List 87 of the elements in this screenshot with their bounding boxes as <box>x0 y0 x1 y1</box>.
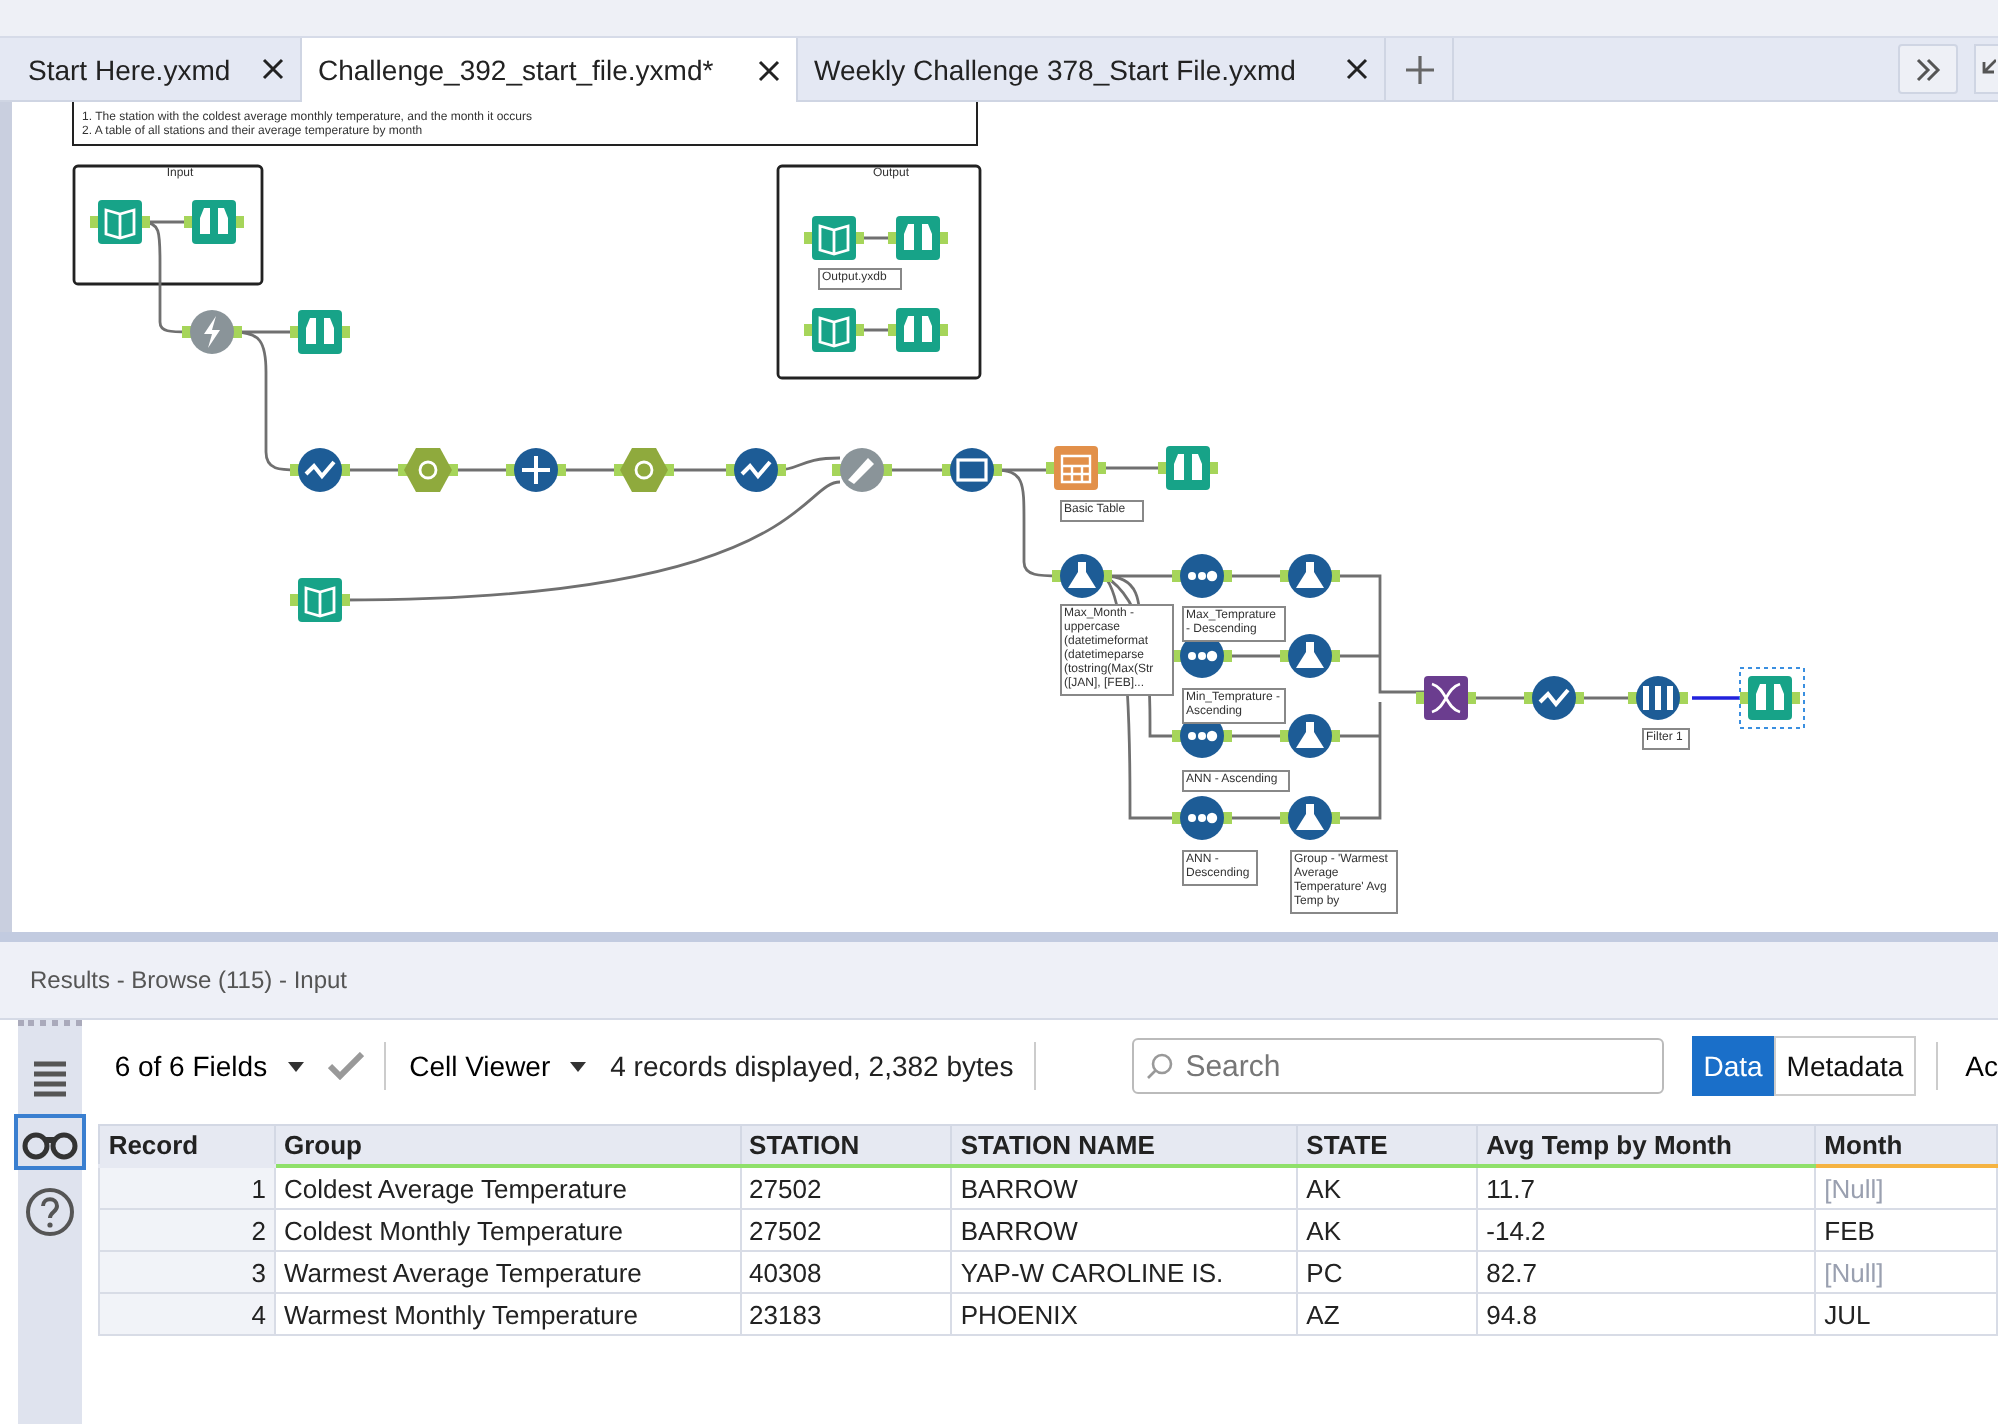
close-icon[interactable] <box>758 59 780 81</box>
close-icon[interactable] <box>262 58 284 80</box>
table-cell: BARROW <box>951 1209 1298 1251</box>
table-cell: BARROW <box>951 1166 1298 1209</box>
table-cell: 23183 <box>740 1293 952 1335</box>
crosshair-icon <box>506 448 566 492</box>
table-cell: YAP-W CAROLINE IS. <box>951 1251 1298 1293</box>
table-icon <box>1046 446 1106 490</box>
table-cell: [Null] <box>1815 1166 1997 1209</box>
column-header[interactable]: Month <box>1815 1125 1997 1166</box>
chevrons-icon <box>1914 57 1942 81</box>
binoculars-icon <box>888 216 948 260</box>
table-cell: PC <box>1297 1251 1478 1293</box>
checkmark-icon <box>290 448 350 492</box>
list-icon[interactable] <box>30 1058 71 1098</box>
fields-dropdown[interactable]: 6 of 6 Fields <box>110 1050 308 1082</box>
selection-frame <box>1739 667 1805 729</box>
column-header[interactable]: Group <box>274 1125 741 1166</box>
view-toggle[interactable]: Data <box>1691 1036 1775 1096</box>
column-header[interactable]: STATE <box>1297 1125 1478 1166</box>
close-icon[interactable] <box>1346 58 1368 80</box>
table-cell: FEB <box>1815 1209 1997 1251</box>
table-cell: -14.2 <box>1477 1209 1816 1251</box>
viewer-dropdown[interactable]: Cell Viewer <box>405 1050 591 1082</box>
table-cell: AZ <box>1297 1293 1478 1335</box>
view-toggle[interactable]: Metadata <box>1774 1036 1916 1096</box>
overflow-button[interactable] <box>1898 44 1958 94</box>
table-cell: 82.7 <box>1477 1251 1816 1293</box>
caret-icon <box>570 1061 587 1071</box>
lightning-icon <box>182 310 242 354</box>
document-tab[interactable]: Weekly Challenge 378_Start File.yxmd <box>798 38 1386 100</box>
book-icon <box>90 200 150 244</box>
table-cell: 40308 <box>740 1251 952 1293</box>
search-field[interactable]: Search <box>1131 1038 1664 1094</box>
table-cell: AK <box>1297 1166 1478 1209</box>
table-cell: 11.7 <box>1477 1166 1816 1209</box>
book-icon <box>290 578 350 622</box>
checkmark-icon <box>1524 676 1584 720</box>
helix-icon <box>1416 676 1476 720</box>
caret-icon <box>287 1061 304 1071</box>
document-tab[interactable]: Challenge_392_start_file.yxmd* <box>302 38 798 102</box>
binoculars-icon <box>184 200 244 244</box>
flask-icon <box>1280 554 1340 598</box>
table-cell: PHOENIX <box>951 1293 1298 1335</box>
binoculars-icon <box>1158 446 1218 490</box>
dots-icon <box>1172 554 1232 598</box>
book-icon <box>804 216 864 260</box>
restore-button[interactable] <box>1974 44 1998 94</box>
toolbar-button[interactable]: Ac <box>1957 1050 1998 1082</box>
binoculars-icon <box>888 308 948 352</box>
help-icon[interactable] <box>24 1186 77 1238</box>
screen-icon <box>942 448 1002 492</box>
record-number: 4 <box>99 1293 275 1335</box>
table-cell: Warmest Average Temperature <box>274 1251 741 1293</box>
records-summary: 4 records displayed, 2,382 bytes <box>610 1050 1014 1082</box>
table-cell: 27502 <box>740 1166 952 1209</box>
checkmark-icon <box>726 448 786 492</box>
plus-icon <box>1403 53 1435 85</box>
table-cell: Coldest Monthly Temperature <box>274 1209 741 1251</box>
results-title: Results - Browse (115) - Input <box>30 966 348 994</box>
record-number: 2 <box>99 1209 275 1251</box>
column-header[interactable]: Record <box>99 1125 275 1166</box>
flask-icon <box>1280 796 1340 840</box>
checkmark-icon[interactable] <box>327 1052 364 1080</box>
hexagon-icon <box>614 448 674 492</box>
column-header[interactable]: STATION NAME <box>951 1125 1298 1166</box>
hexagon-icon <box>398 448 458 492</box>
table-cell: 94.8 <box>1477 1293 1816 1335</box>
flask-icon <box>1280 714 1340 758</box>
book-icon <box>804 308 864 352</box>
record-number: 3 <box>99 1251 275 1293</box>
column-header[interactable]: Avg Temp by Month <box>1477 1125 1816 1166</box>
binoculars-icon <box>290 310 350 354</box>
dots-icon <box>1172 796 1232 840</box>
table-cell: Coldest Average Temperature <box>274 1166 741 1209</box>
table-cell: AK <box>1297 1209 1478 1251</box>
table-cell: Warmest Monthly Temperature <box>274 1293 741 1335</box>
table-cell: JUL <box>1815 1293 1997 1335</box>
table-cell: [Null] <box>1815 1251 1997 1293</box>
binoculars-icon <box>1740 676 1800 720</box>
flask-icon <box>1052 554 1112 598</box>
tubes-icon <box>1628 676 1688 720</box>
column-header[interactable]: STATION <box>740 1125 952 1166</box>
pen-icon <box>832 448 892 492</box>
flask-icon <box>1280 634 1340 678</box>
record-number: 1 <box>99 1166 275 1209</box>
table-cell: 27502 <box>740 1209 952 1251</box>
